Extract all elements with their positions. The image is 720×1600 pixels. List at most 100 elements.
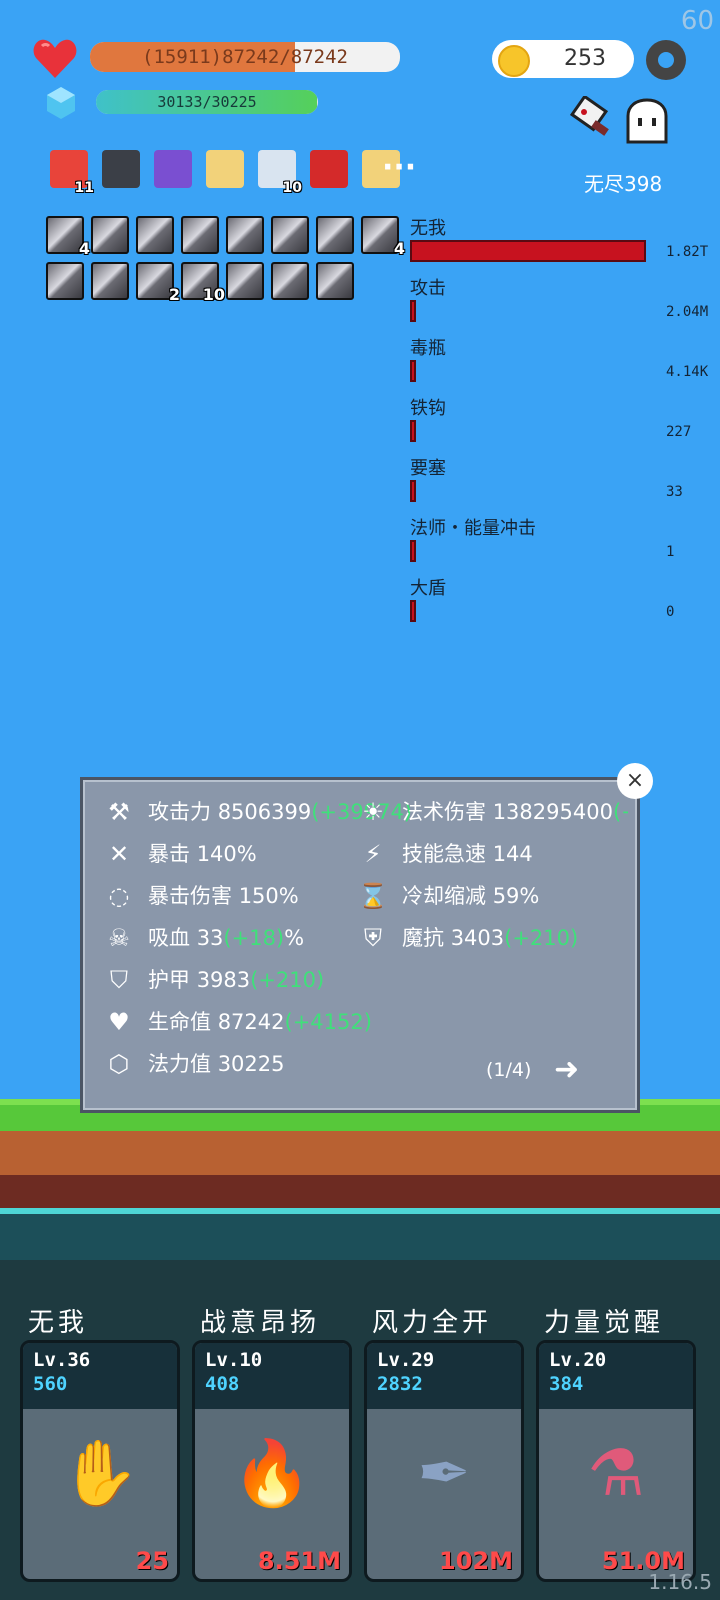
skill-card[interactable]: Lv.20 384 ⚗ 51.0M [536, 1340, 696, 1582]
damage-stat-name: 毒瓶 [410, 338, 446, 359]
skill-number: 408 [205, 1373, 240, 1395]
version-label: 1.16.5 [648, 1570, 712, 1594]
equipment-count: 10 [202, 285, 225, 304]
damage-stat-bar [410, 300, 416, 322]
axe-icon[interactable] [316, 216, 354, 254]
page-indicator: (1/4) [486, 1059, 532, 1081]
stat-text: 法术伤害 138295400(+102 [402, 797, 628, 827]
close-button[interactable]: × [617, 763, 653, 799]
eye-hand-icon: ✋ [60, 1437, 140, 1511]
sword-icon[interactable]: 4 [46, 216, 90, 258]
endless-level: 无尽398 [584, 172, 663, 196]
skill-card[interactable]: Lv.29 2832 ✒ 102M [364, 1340, 524, 1582]
stat-text: 法力值 30225 [148, 1049, 285, 1079]
next-page-arrow-icon[interactable]: ➜ [554, 1052, 579, 1087]
skill-card-header: Lv.20 384 [539, 1343, 693, 1409]
fps-counter: 60 [680, 6, 714, 36]
skill-card[interactable]: Lv.36 560 ✋ 25 [20, 1340, 180, 1582]
damage-stat-name: 法师・能量冲击 [410, 518, 536, 539]
gear-icon[interactable] [646, 40, 686, 80]
magnet-icon[interactable] [310, 150, 348, 188]
axe-icon: ⚒ [108, 798, 130, 826]
sun-icon: ☀ [362, 798, 384, 826]
damage-stat-bar [410, 420, 416, 442]
stat-label: 技能急速 [402, 842, 486, 866]
damage-stat-name: 无我 [410, 218, 446, 239]
skill-card-header: Lv.36 560 [23, 1343, 177, 1409]
ghost-icon[interactable] [91, 262, 129, 300]
spear-icon[interactable] [181, 216, 219, 254]
skill-card[interactable]: Lv.10 408 🔥 8.51M [192, 1340, 352, 1582]
damage-stat-bar [410, 540, 416, 562]
damage-stat-name: 要塞 [410, 458, 446, 479]
dirt-lower [0, 1175, 720, 1211]
eraser-icon[interactable]: 10 [258, 150, 302, 196]
skill-cost: 8.51M [257, 1547, 341, 1575]
damage-stat-bar [410, 600, 416, 622]
sword-icon[interactable] [226, 262, 264, 300]
skill-title: 力量觉醒 [544, 1308, 665, 1338]
damage-stat-value: 2.04M [666, 304, 709, 320]
skill-level: Lv.36 [33, 1349, 91, 1371]
item-count: 11 [74, 180, 94, 196]
dark-orb-icon[interactable] [271, 216, 309, 254]
sword-icon[interactable] [136, 216, 174, 254]
more-items-button[interactable]: ··· [382, 150, 416, 185]
feather-icon: ✒ [417, 1437, 471, 1511]
stat-label: 冷却缩减 [402, 884, 486, 908]
stat-text: 生命值 87242(+4152) [148, 1007, 372, 1037]
stat-label: 攻击力 [148, 800, 211, 824]
spell-book-icon[interactable]: 2 [136, 262, 180, 304]
lightning-icon: ⚡ [364, 840, 382, 868]
skull-book-icon[interactable] [102, 150, 140, 188]
mana-bar: 30133/30225 [96, 90, 318, 114]
stat-label: 法力值 [148, 1052, 211, 1076]
damage-stat-value: 33 [666, 484, 683, 500]
stat-label: 魔抗 [402, 926, 444, 950]
damage-stat-name: 铁钩 [410, 398, 446, 419]
stat-bonus: (+210) [250, 968, 325, 992]
crit-icon: ✕ [108, 840, 130, 868]
equipment-count: 2 [168, 285, 180, 304]
sprout-icon[interactable] [316, 262, 354, 300]
sword-icon[interactable]: 10 [181, 262, 225, 304]
stat-label: 护甲 [148, 968, 190, 992]
light-bulb-icon[interactable] [91, 216, 129, 254]
stat-text: 暴击 140% [148, 839, 257, 869]
monster-icon[interactable] [46, 262, 84, 300]
skill-number: 560 [33, 1373, 68, 1395]
stat-value: 140% [196, 842, 257, 866]
damage-stat-bar [410, 480, 416, 502]
armor-icon: ⛉ [110, 966, 128, 994]
hp-bar: (15911)87242/87242 [90, 42, 400, 72]
ghost-boss-icon [624, 98, 670, 144]
dagger-icon[interactable] [226, 216, 264, 254]
coin-icon [498, 45, 530, 77]
damage-stat-value: 227 [666, 424, 692, 440]
stat-value: 3403 [450, 926, 505, 950]
stat-bonus: (+4152) [284, 1010, 372, 1034]
skill-level: Lv.29 [377, 1349, 435, 1371]
stat-value: 30225 [217, 1052, 285, 1076]
item-count: 10 [282, 180, 302, 196]
skill-number: 384 [549, 1373, 584, 1395]
stat-value: 144 [492, 842, 533, 866]
stat-label: 生命值 [148, 1010, 211, 1034]
stat-value: 3983 [196, 968, 251, 992]
damage-stat-value: 4.14K [666, 364, 709, 380]
sock-icon[interactable]: 11 [50, 150, 94, 196]
water-surface [0, 1208, 720, 1214]
heart-icon [32, 36, 78, 80]
stat-value: 150% [238, 884, 299, 908]
stat-bonus: (+102 [612, 800, 628, 824]
potion-icon: ⚗ [587, 1437, 645, 1511]
stat-label: 暴击伤害 [148, 884, 232, 908]
stat-value: 138295400 [492, 800, 613, 824]
shield-icon[interactable] [271, 262, 309, 300]
stat-suffix: % [284, 926, 305, 950]
treasure-map-icon[interactable] [206, 150, 244, 188]
skill-title: 战意昂扬 [200, 1308, 321, 1338]
stat-text: 魔抗 3403(+210) [402, 923, 578, 953]
wizard-hat-icon[interactable] [154, 150, 192, 188]
sword-icon[interactable]: 4 [361, 216, 405, 258]
